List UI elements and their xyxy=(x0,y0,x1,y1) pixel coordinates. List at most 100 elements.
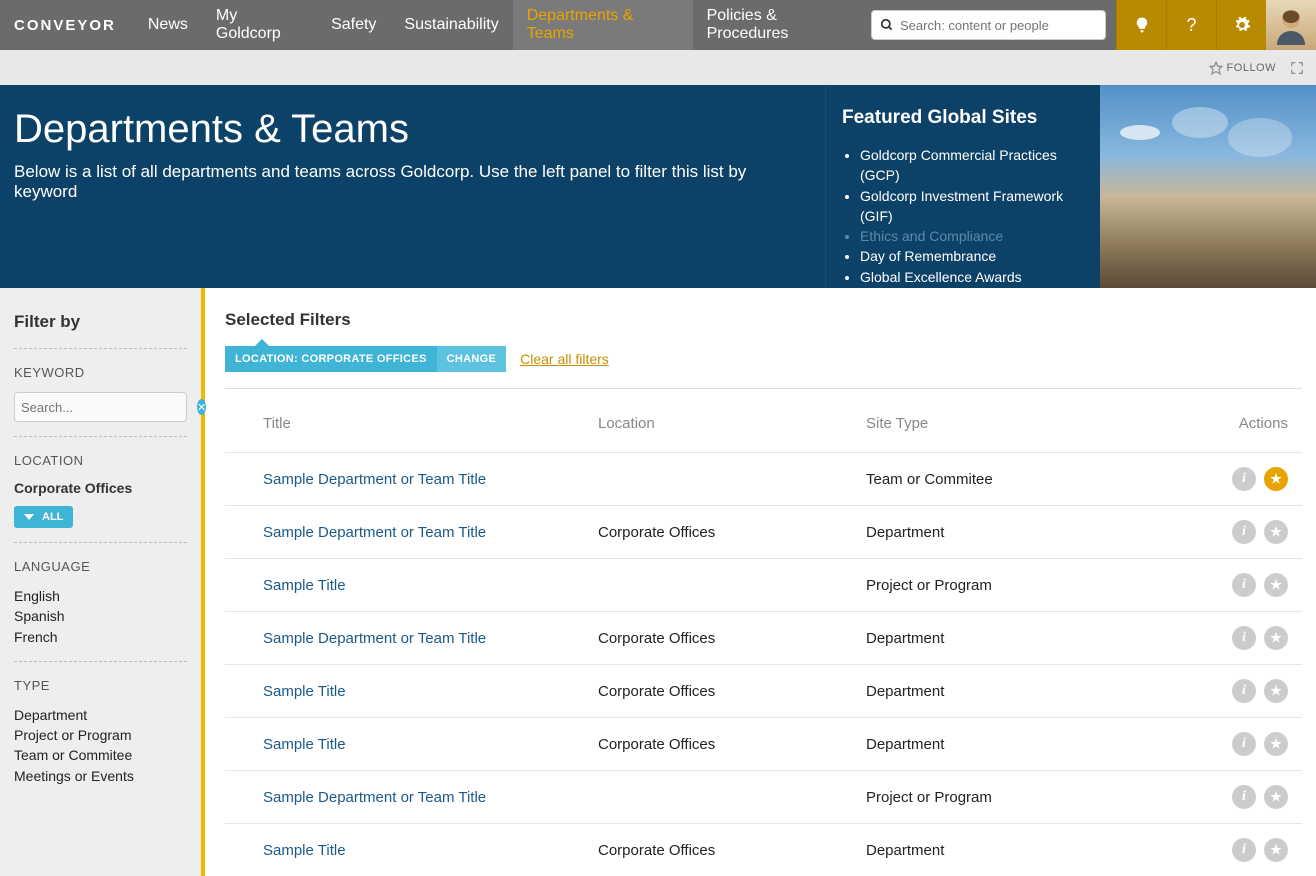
follow-label: FOLLOW xyxy=(1227,62,1276,74)
table-row: Sample TitleProject or Program xyxy=(225,558,1302,611)
divider xyxy=(14,661,187,662)
row-type: Department xyxy=(866,630,1166,647)
hero-main: Departments & Teams Below is a list of a… xyxy=(0,85,825,288)
selected-filters-heading: Selected Filters xyxy=(225,310,1302,330)
filter-option[interactable]: Spanish xyxy=(14,606,187,626)
star-icon[interactable] xyxy=(1264,626,1288,650)
keyword-input[interactable] xyxy=(21,400,197,415)
lightbulb-icon xyxy=(1133,16,1151,34)
filter-option[interactable]: English xyxy=(14,586,187,606)
row-title-link[interactable]: Sample Title xyxy=(263,683,598,700)
divider xyxy=(225,388,1302,389)
col-location[interactable]: Location xyxy=(598,415,866,432)
info-icon[interactable] xyxy=(1232,573,1256,597)
star-icon[interactable] xyxy=(1264,520,1288,544)
type-label: TYPE xyxy=(14,678,187,693)
keyword-search[interactable]: ✕ xyxy=(14,392,187,422)
nav-item-my-goldcorp[interactable]: My Goldcorp xyxy=(202,0,317,50)
row-title-link[interactable]: Sample Department or Team Title xyxy=(263,789,598,806)
all-btn-label: ALL xyxy=(42,511,63,523)
divider xyxy=(14,436,187,437)
global-search[interactable] xyxy=(871,10,1106,40)
row-title-link[interactable]: Sample Department or Team Title xyxy=(263,630,598,647)
location-all-button[interactable]: ALL xyxy=(14,506,73,528)
gear-icon xyxy=(1233,16,1251,34)
featured-sites: Featured Global Sites Goldcorp Commercia… xyxy=(825,85,1100,288)
featured-list: Goldcorp Commercial Practices (GCP)Goldc… xyxy=(842,145,1080,287)
row-location: Corporate Offices xyxy=(598,524,866,541)
chip-change-button[interactable]: CHANGE xyxy=(437,346,506,372)
nav-item-policies-procedures[interactable]: Policies & Procedures xyxy=(693,0,871,50)
featured-link[interactable]: Goldcorp Investment Framework (GIF) xyxy=(860,186,1080,227)
info-icon[interactable] xyxy=(1232,467,1256,491)
row-actions xyxy=(1166,679,1302,703)
star-icon[interactable] xyxy=(1264,679,1288,703)
featured-link[interactable]: Ethics and Compliance xyxy=(860,226,1080,246)
nav-item-news[interactable]: News xyxy=(134,0,202,50)
chip-main: LOCATION: CORPORATE OFFICES xyxy=(225,346,437,372)
table-row: Sample Department or Team Title Project o… xyxy=(225,770,1302,823)
info-icon[interactable] xyxy=(1232,785,1256,809)
page-subtitle: Below is a list of all departments and t… xyxy=(14,162,811,202)
filter-option[interactable]: French xyxy=(14,627,187,647)
table-row: Sample Department or Team TitleCorporate… xyxy=(225,505,1302,558)
row-actions xyxy=(1166,573,1302,597)
row-type: Department xyxy=(866,683,1166,700)
brand-logo[interactable]: CONVEYOR xyxy=(0,17,134,34)
row-type: Project or Program xyxy=(866,789,1166,806)
language-label: LANGUAGE xyxy=(14,559,187,574)
col-type[interactable]: Site Type xyxy=(866,415,1166,432)
filter-option[interactable]: Team or Commitee xyxy=(14,745,187,765)
star-icon[interactable] xyxy=(1264,467,1288,491)
row-actions xyxy=(1166,626,1302,650)
row-title-link[interactable]: Sample Department or Team Title xyxy=(263,471,598,488)
star-icon[interactable] xyxy=(1264,785,1288,809)
row-location: Corporate Offices xyxy=(598,630,866,647)
clear-all-filters[interactable]: Clear all filters xyxy=(520,351,609,367)
featured-link[interactable]: Day of Remembrance xyxy=(860,246,1080,266)
star-icon[interactable] xyxy=(1264,732,1288,756)
chevron-down-icon xyxy=(24,513,34,521)
hero: Departments & Teams Below is a list of a… xyxy=(0,85,1316,288)
filter-chip: LOCATION: CORPORATE OFFICES CHANGE xyxy=(225,346,506,372)
main: Filter by KEYWORD ✕ LOCATION Corporate O… xyxy=(0,288,1316,876)
filter-option[interactable]: Meetings or Events xyxy=(14,766,187,786)
table-row: Sample TitleCorporate OfficesDepartment xyxy=(225,823,1302,876)
row-location: Corporate Offices xyxy=(598,842,866,859)
row-title-link[interactable]: Sample Department or Team Title xyxy=(263,524,598,541)
type-options: DepartmentProject or ProgramTeam or Comm… xyxy=(14,705,187,786)
info-icon[interactable] xyxy=(1232,732,1256,756)
featured-link[interactable]: Goldcorp Commercial Practices (GCP) xyxy=(860,145,1080,186)
table-body: Sample Department or Team TitleTeam or C… xyxy=(225,452,1302,876)
table-row: Sample Department or Team TitleTeam or C… xyxy=(225,452,1302,505)
info-icon[interactable] xyxy=(1232,626,1256,650)
row-title-link[interactable]: Sample Title xyxy=(263,736,598,753)
info-icon[interactable] xyxy=(1232,520,1256,544)
nav-item-sustainability[interactable]: Sustainability xyxy=(390,0,512,50)
settings-button[interactable] xyxy=(1216,0,1266,50)
row-type: Department xyxy=(866,842,1166,859)
star-icon[interactable] xyxy=(1264,838,1288,862)
table-header: Title Location Site Type Actions xyxy=(225,415,1302,452)
row-actions xyxy=(1166,838,1302,862)
info-icon[interactable] xyxy=(1232,679,1256,703)
nav-item-departments-teams[interactable]: Departments & Teams xyxy=(513,0,693,50)
filter-option[interactable]: Project or Program xyxy=(14,725,187,745)
idea-button[interactable] xyxy=(1116,0,1166,50)
nav-item-safety[interactable]: Safety xyxy=(317,0,390,50)
user-avatar[interactable] xyxy=(1266,0,1316,50)
fullscreen-button[interactable] xyxy=(1290,61,1304,75)
featured-link[interactable]: Global Excellence Awards xyxy=(860,267,1080,287)
info-icon[interactable] xyxy=(1232,838,1256,862)
help-button[interactable]: ? xyxy=(1166,0,1216,50)
table-row: Sample TitleCorporate OfficesDepartment xyxy=(225,717,1302,770)
star-icon[interactable] xyxy=(1264,573,1288,597)
language-options: EnglishSpanishFrench xyxy=(14,586,187,647)
search-input[interactable] xyxy=(900,18,1097,33)
follow-button[interactable]: FOLLOW xyxy=(1209,61,1276,75)
row-title-link[interactable]: Sample Title xyxy=(263,842,598,859)
row-title-link[interactable]: Sample Title xyxy=(263,577,598,594)
content: Selected Filters LOCATION: CORPORATE OFF… xyxy=(205,288,1316,876)
col-title[interactable]: Title xyxy=(263,415,598,432)
filter-option[interactable]: Department xyxy=(14,705,187,725)
